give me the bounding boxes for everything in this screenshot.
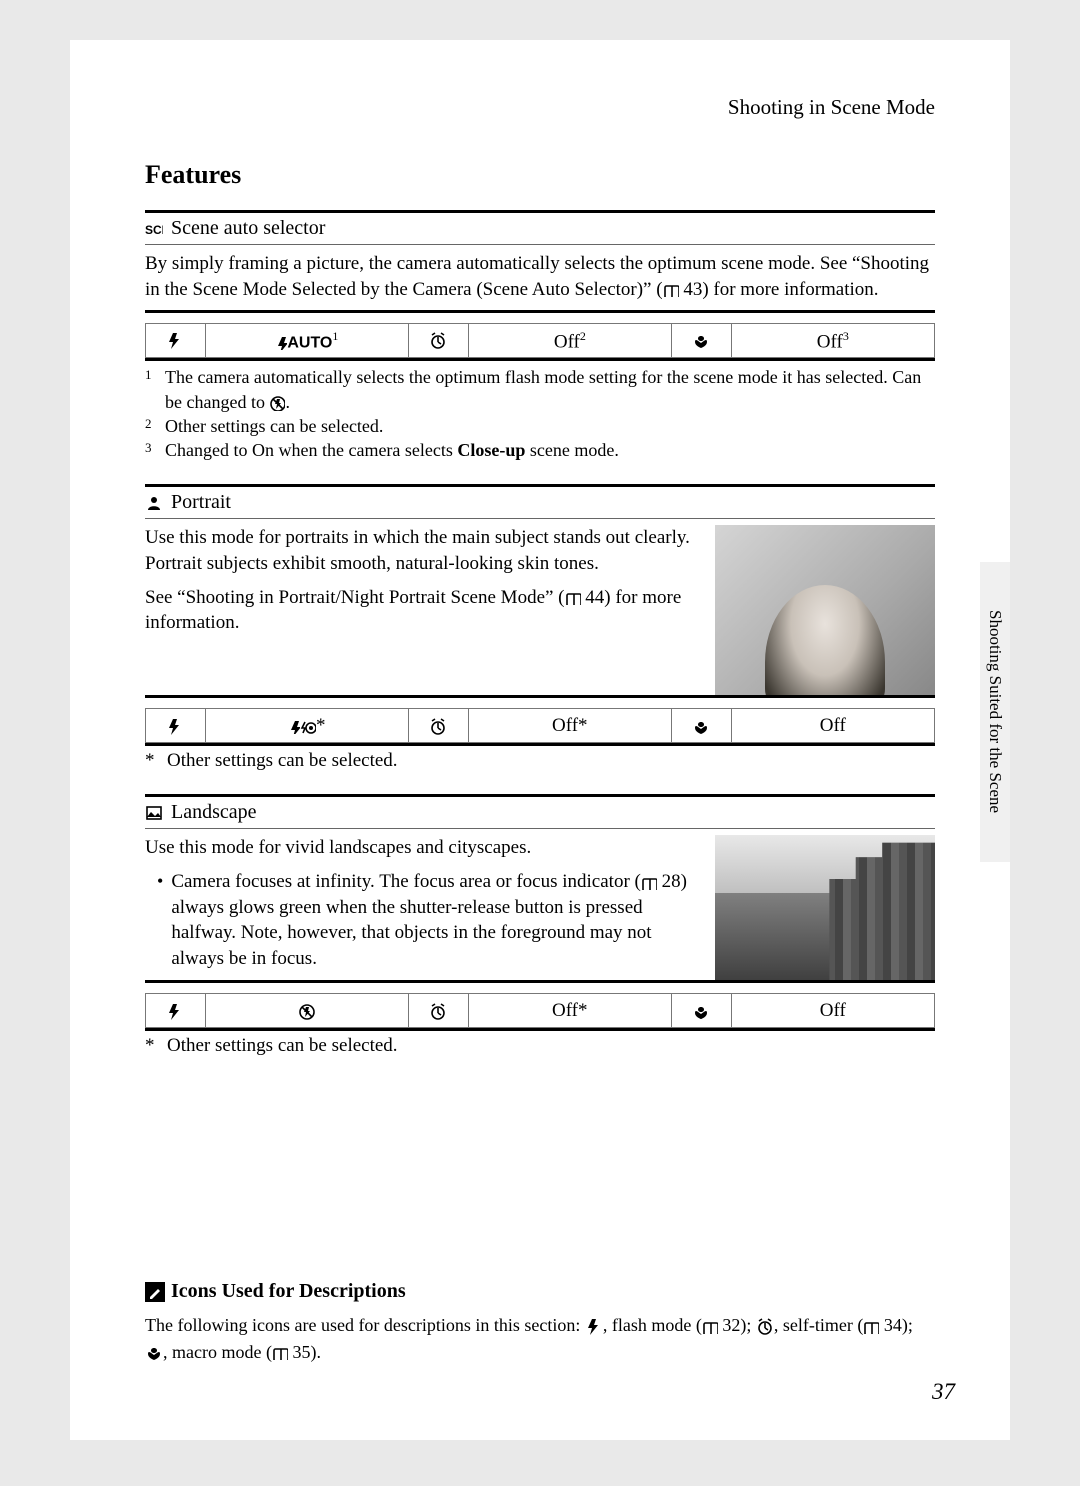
red-eye-icon <box>300 719 316 735</box>
scene-auto-title-text: Scene auto selector <box>171 217 325 240</box>
scene-auto-desc: By simply framing a picture, the camera … <box>145 251 935 302</box>
macro-value: Off <box>731 709 934 743</box>
self-timer-icon <box>429 718 447 736</box>
info-text: The following icons are used for descrip… <box>145 1312 935 1364</box>
page-ref-icon <box>702 1320 718 1334</box>
page-number: 37 <box>932 1379 955 1405</box>
self-timer-icon <box>429 1003 447 1021</box>
timer-value: Off* <box>468 994 671 1028</box>
page-ref-icon <box>565 591 581 605</box>
macro-value: Off <box>731 994 934 1028</box>
page-ref-icon <box>663 283 679 297</box>
landscape-icon <box>145 804 163 822</box>
scene-auto-icon <box>145 220 163 238</box>
macro-icon <box>692 1003 710 1021</box>
flash-off-icon <box>269 395 285 411</box>
flash-off-icon <box>298 1003 316 1021</box>
page-ref-icon <box>641 876 657 890</box>
portrait-desc: Use this mode for portraits in which the… <box>145 525 693 576</box>
landscape-desc: Use this mode for vivid landscapes and c… <box>145 835 693 861</box>
landscape-bullet: • Camera focuses at infinity. The focus … <box>157 869 693 972</box>
macro-icon <box>692 718 710 736</box>
landscape-heading: Landscape <box>145 801 935 824</box>
info-title: Icons Used for Descriptions <box>145 1277 935 1306</box>
landscape-sample-image <box>715 835 935 980</box>
flash-icon <box>166 718 184 736</box>
portrait-section: Portrait Use this mode for portraits in … <box>145 484 935 772</box>
landscape-settings-table: Off* Off <box>145 980 935 1031</box>
portrait-sample-image <box>715 525 935 695</box>
page-title: Features <box>145 160 935 190</box>
flash-icon <box>166 332 184 350</box>
breadcrumb: Shooting in Scene Mode <box>145 95 935 120</box>
info-box: Icons Used for Descriptions The followin… <box>145 1277 935 1364</box>
scene-auto-settings-table: AUTO1 Off2 Off3 <box>145 310 935 361</box>
self-timer-icon <box>756 1318 774 1336</box>
timer-value: Off2 <box>468 324 671 358</box>
side-tab: Shooting Suited for the Scene <box>980 562 1010 862</box>
landscape-title-text: Landscape <box>171 801 257 824</box>
page-ref-icon <box>863 1320 879 1334</box>
portrait-icon <box>145 494 163 512</box>
scene-auto-section: Scene auto selector By simply framing a … <box>145 210 935 462</box>
portrait-ref: See “Shooting in Portrait/Night Portrait… <box>145 585 693 636</box>
landscape-footnote: * Other settings can be selected. <box>145 1035 935 1057</box>
self-timer-icon <box>429 332 447 350</box>
flash-value: * <box>205 709 408 743</box>
scene-auto-heading: Scene auto selector <box>145 217 935 240</box>
portrait-settings-table: * Off* Off <box>145 695 935 746</box>
scene-auto-footnotes: 1 The camera automatically selects the o… <box>145 365 935 462</box>
portrait-footnote: * Other settings can be selected. <box>145 750 935 772</box>
timer-value: Off* <box>468 709 671 743</box>
macro-value: Off3 <box>731 324 934 358</box>
flash-value <box>205 994 408 1028</box>
flash-icon <box>166 1003 184 1021</box>
portrait-heading: Portrait <box>145 491 935 514</box>
portrait-title-text: Portrait <box>171 491 231 514</box>
flash-icon <box>585 1318 603 1336</box>
landscape-section: Landscape Use this mode for vivid landsc… <box>145 794 935 1057</box>
flash-value: AUTO1 <box>205 324 409 358</box>
macro-icon <box>145 1344 163 1362</box>
macro-icon <box>692 332 710 350</box>
page-ref-icon <box>272 1346 288 1360</box>
pencil-icon <box>145 1282 165 1302</box>
